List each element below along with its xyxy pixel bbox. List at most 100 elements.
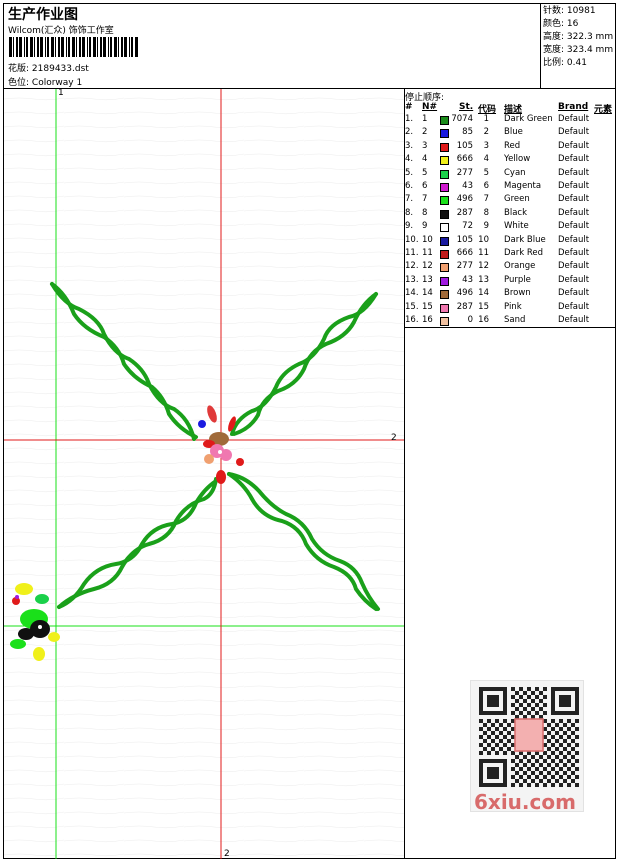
cell-desc: Dark Blue	[504, 234, 546, 245]
cell-code: 11	[478, 248, 489, 258]
color-swatch	[440, 303, 449, 313]
design-canvas: 1 2 2	[4, 89, 404, 859]
cell-order: 10.	[405, 234, 419, 245]
cell-code: 16	[478, 315, 489, 325]
color-swatch	[440, 236, 449, 246]
cell-no: 7	[422, 194, 428, 205]
table-row: 15. 15 287 15 Pink Default	[405, 302, 616, 315]
cell-order: 12.	[405, 261, 419, 272]
cell-desc: Dark Red	[504, 248, 544, 258]
cell-brand: Default	[558, 140, 590, 151]
table-row: 4. 4 666 4 Yellow Default	[405, 154, 616, 167]
cell-brand: Default	[558, 154, 590, 165]
cell-st: 43	[462, 181, 473, 191]
cell-code: 5	[483, 167, 489, 178]
page-title: 生产作业图	[8, 7, 78, 23]
cell-order: 15.	[405, 301, 419, 312]
cell-brand: Default	[558, 114, 590, 124]
cell-order: 16.	[405, 315, 419, 325]
col-header-order: #	[405, 102, 413, 112]
cell-st: 666	[456, 248, 473, 258]
guide-label-bottom: 2	[224, 849, 230, 859]
cell-st: 72	[462, 221, 473, 232]
cell-code: 10	[478, 234, 489, 245]
cell-no: 3	[422, 140, 428, 151]
cell-st: 105	[456, 234, 473, 245]
color-swatch	[440, 116, 449, 125]
cell-order: 4.	[405, 154, 414, 165]
cell-no: 9	[422, 221, 428, 232]
stat-height: 高度: 322.3 mm	[543, 32, 614, 42]
cell-order: 5.	[405, 167, 414, 178]
cell-code: 7	[483, 194, 489, 205]
cell-st: 7074	[451, 114, 473, 124]
cell-order: 14.	[405, 288, 419, 299]
cell-code: 14	[478, 288, 489, 299]
cell-no: 4	[422, 154, 428, 165]
cell-st: 496	[456, 194, 473, 205]
cell-desc: Black	[504, 207, 527, 218]
color-swatch	[440, 169, 449, 179]
cell-no: 1	[422, 114, 428, 124]
cell-brand: Default	[558, 207, 590, 218]
col-header-brand: Brand	[558, 102, 589, 112]
cell-code: 1	[483, 114, 489, 124]
table-row: 12. 12 277 12 Orange Default	[405, 261, 616, 274]
cell-brand: Default	[558, 221, 590, 232]
cell-brand: Default	[558, 248, 590, 258]
cell-brand: Default	[558, 167, 590, 178]
cell-order: 2.	[405, 127, 414, 138]
cell-order: 3.	[405, 140, 414, 151]
color-swatch	[440, 196, 449, 206]
stat-scale: 比例: 0.41	[543, 58, 587, 68]
cell-brand: Default	[558, 288, 590, 299]
cell-st: 85	[462, 127, 473, 138]
cell-desc: Blue	[504, 127, 523, 138]
watermark-text: 6xiu.com	[474, 790, 576, 814]
barcode-icon	[9, 37, 138, 57]
stats-panel: 针数: 10981 颜色: 16 高度: 322.3 mm 宽度: 323.4 …	[540, 3, 616, 88]
cell-no: 5	[422, 167, 428, 178]
cell-desc: Cyan	[504, 167, 526, 178]
cell-desc: Sand	[504, 315, 526, 325]
cell-desc: Yellow	[504, 154, 531, 165]
cell-st: 277	[456, 167, 473, 178]
table-row: 14. 14 496 14 Brown Default	[405, 288, 616, 301]
cell-code: 3	[483, 140, 489, 151]
cell-order: 9.	[405, 221, 414, 232]
cell-no: 2	[422, 127, 428, 138]
cell-code: 13	[478, 274, 489, 285]
guide-label-right: 2	[391, 433, 397, 443]
cell-st: 277	[456, 261, 473, 272]
table-bottom-border	[404, 327, 616, 328]
color-swatch	[440, 156, 449, 166]
cell-code: 2	[483, 127, 489, 138]
table-row: 8. 8 287 8 Black Default	[405, 208, 616, 221]
cell-code: 8	[483, 207, 489, 218]
table-row: 7. 7 496 7 Green Default	[405, 194, 616, 207]
cell-st: 0	[467, 315, 473, 325]
color-swatch	[440, 183, 449, 192]
cell-no: 12	[422, 261, 433, 272]
design-label: 花版:	[8, 64, 30, 74]
cell-brand: Default	[558, 261, 590, 272]
cell-order: 13.	[405, 274, 419, 285]
col-header-st: St.	[459, 102, 474, 112]
cell-no: 10	[422, 234, 433, 245]
cell-brand: Default	[558, 181, 590, 191]
colorway-value: Colorway 1	[31, 78, 83, 88]
colorway-label: 色位:	[8, 78, 30, 88]
cell-desc: White	[504, 221, 529, 232]
cell-no: 15	[422, 301, 433, 312]
color-swatch	[440, 250, 449, 259]
cell-brand: Default	[558, 234, 590, 245]
color-swatch	[440, 223, 449, 233]
stat-stitches: 针数: 10981	[543, 6, 596, 16]
table-row: 1. 1 7074 1 Dark Green Default	[405, 114, 616, 127]
cell-order: 8.	[405, 207, 414, 218]
cell-desc: Orange	[504, 261, 536, 272]
cell-no: 8	[422, 207, 428, 218]
color-swatch	[440, 142, 449, 152]
color-swatch	[440, 209, 449, 219]
table-row: 10. 10 105 10 Dark Blue Default	[405, 235, 616, 248]
